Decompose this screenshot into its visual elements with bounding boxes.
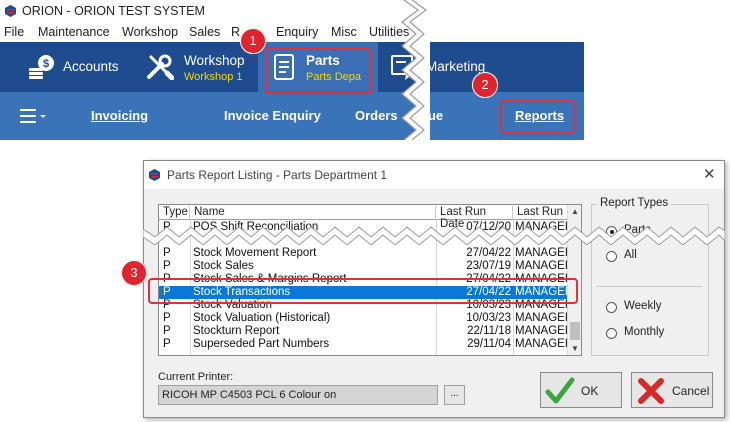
wrench-screwdriver-icon xyxy=(147,54,174,80)
cell-by: MANAGEF xyxy=(515,247,567,259)
radio-all[interactable] xyxy=(606,251,617,262)
accounts-icon: $ xyxy=(29,55,54,79)
current-printer-field: RICOH MP C4503 PCL 6 Colour on xyxy=(158,385,438,405)
list-item[interactable]: P Stock Sales 23/07/19 MANAGEF xyxy=(159,260,567,273)
report-list-header: Type Name Last Run Date Last Run xyxy=(159,205,567,230)
list-item[interactable]: P Superseded Part Numbers 29/11/04 MANAG… xyxy=(159,338,567,351)
list-item[interactable]: P Stock Movement Report 27/04/22 MANAGEF xyxy=(159,247,567,260)
cancel-label: Cancel xyxy=(672,384,710,398)
subnav-invoice-enquiry[interactable]: Invoice Enquiry xyxy=(224,108,321,123)
list-item[interactable]: P Stockturn Report 22/11/18 MANAGEF xyxy=(159,325,567,338)
col-last-run-date[interactable]: Last Run Date xyxy=(436,206,513,230)
group-divider xyxy=(596,286,702,287)
cell-name: Stock Sales xyxy=(193,260,254,272)
col-last-run[interactable]: Last Run xyxy=(513,206,567,220)
cell-date: 22/11/18 xyxy=(467,325,511,337)
cell-name: Stockturn Report xyxy=(193,325,280,337)
radio-weekly[interactable] xyxy=(606,302,617,313)
scroll-up-icon[interactable]: ▲ xyxy=(571,207,579,216)
cell-type: P xyxy=(163,312,171,324)
hamburger-menu-icon[interactable] xyxy=(20,108,48,124)
cell-name: Stock Valuation (Historical) xyxy=(193,312,331,324)
nav-accounts-label: Accounts xyxy=(63,59,119,74)
menu-misc[interactable]: Misc xyxy=(331,25,357,39)
cell-type: P xyxy=(163,338,171,350)
app-right-part xyxy=(428,0,584,140)
radio-all-label[interactable]: All xyxy=(624,249,637,261)
cancel-button[interactable]: Cancel xyxy=(631,372,713,408)
ok-label: OK xyxy=(581,384,599,398)
nav-workshop-sublabel: Workshop 1 xyxy=(184,71,243,83)
highlight-parts xyxy=(265,48,372,94)
cut-line-icon xyxy=(143,226,725,245)
cell-by: MANAGEF xyxy=(515,312,567,324)
col-type[interactable]: Type xyxy=(159,206,190,220)
cell-name: Superseded Part Numbers xyxy=(193,338,330,350)
radio-weekly-label[interactable]: Weekly xyxy=(624,300,662,312)
menu-workshop[interactable]: Workshop xyxy=(122,25,178,39)
cell-date: 29/11/04 xyxy=(467,338,511,350)
scroll-down-icon[interactable]: ▼ xyxy=(571,344,579,353)
cell-date: 10/03/23 xyxy=(466,312,511,324)
subnav-orders[interactable]: Orders xyxy=(355,108,398,123)
ok-button[interactable]: OK xyxy=(540,372,622,408)
nav-workshop[interactable]: Workshop Workshop 1 xyxy=(130,42,258,92)
cell-by: MANAGEF xyxy=(515,325,567,337)
current-printer-label: Current Printer: xyxy=(158,371,234,383)
col-name[interactable]: Name xyxy=(190,206,436,220)
menu-file[interactable]: File xyxy=(4,25,24,39)
highlight-stock-transactions xyxy=(148,278,578,304)
cell-date: 27/04/22 xyxy=(466,247,511,259)
cell-type: P xyxy=(163,247,171,259)
dialog-title: Parts Report Listing - Parts Department … xyxy=(167,168,388,182)
window-title: ORION - ORION TEST SYSTEM xyxy=(22,4,205,18)
cell-type: P xyxy=(163,260,171,272)
step-badge-1: 1 xyxy=(240,28,266,54)
cell-date: 23/07/19 xyxy=(466,260,511,272)
checkmark-icon xyxy=(545,377,575,404)
nav-workshop-label: Workshop xyxy=(184,53,245,68)
cell-by: MANAGEF xyxy=(515,338,567,350)
dialog-title-bar: Parts Report Listing - Parts Department … xyxy=(144,161,724,189)
menu-maintenance[interactable]: Maintenance xyxy=(38,25,110,39)
choose-printer-button[interactable]: ... xyxy=(444,385,465,405)
svg-text:$: $ xyxy=(43,58,49,70)
close-icon[interactable]: ✕ xyxy=(703,165,716,183)
step-badge-3: 3 xyxy=(121,260,147,286)
orion-logo-icon xyxy=(149,169,160,181)
menu-sales[interactable]: Sales xyxy=(189,25,220,39)
radio-monthly-label[interactable]: Monthly xyxy=(624,326,664,338)
list-item[interactable]: P Stock Valuation (Historical) 10/03/23 … xyxy=(159,312,567,325)
step-badge-2: 2 xyxy=(472,72,498,98)
nav-accounts[interactable]: $ Accounts xyxy=(0,42,130,92)
cell-by: MANAGEF xyxy=(515,260,567,272)
menu-reports[interactable]: R xyxy=(231,25,240,39)
menu-enquiry[interactable]: Enquiry xyxy=(276,25,318,39)
orion-logo-icon xyxy=(5,5,16,17)
cut-line-icon xyxy=(401,0,430,140)
cell-name: Stock Movement Report xyxy=(193,247,317,259)
report-types-title: Report Types xyxy=(597,197,672,209)
radio-monthly[interactable] xyxy=(606,328,617,339)
scroll-thumb[interactable] xyxy=(570,322,580,340)
cell-type: P xyxy=(163,325,171,337)
cancel-x-icon xyxy=(638,378,664,404)
subnav-invoicing[interactable]: Invoicing xyxy=(91,108,148,123)
